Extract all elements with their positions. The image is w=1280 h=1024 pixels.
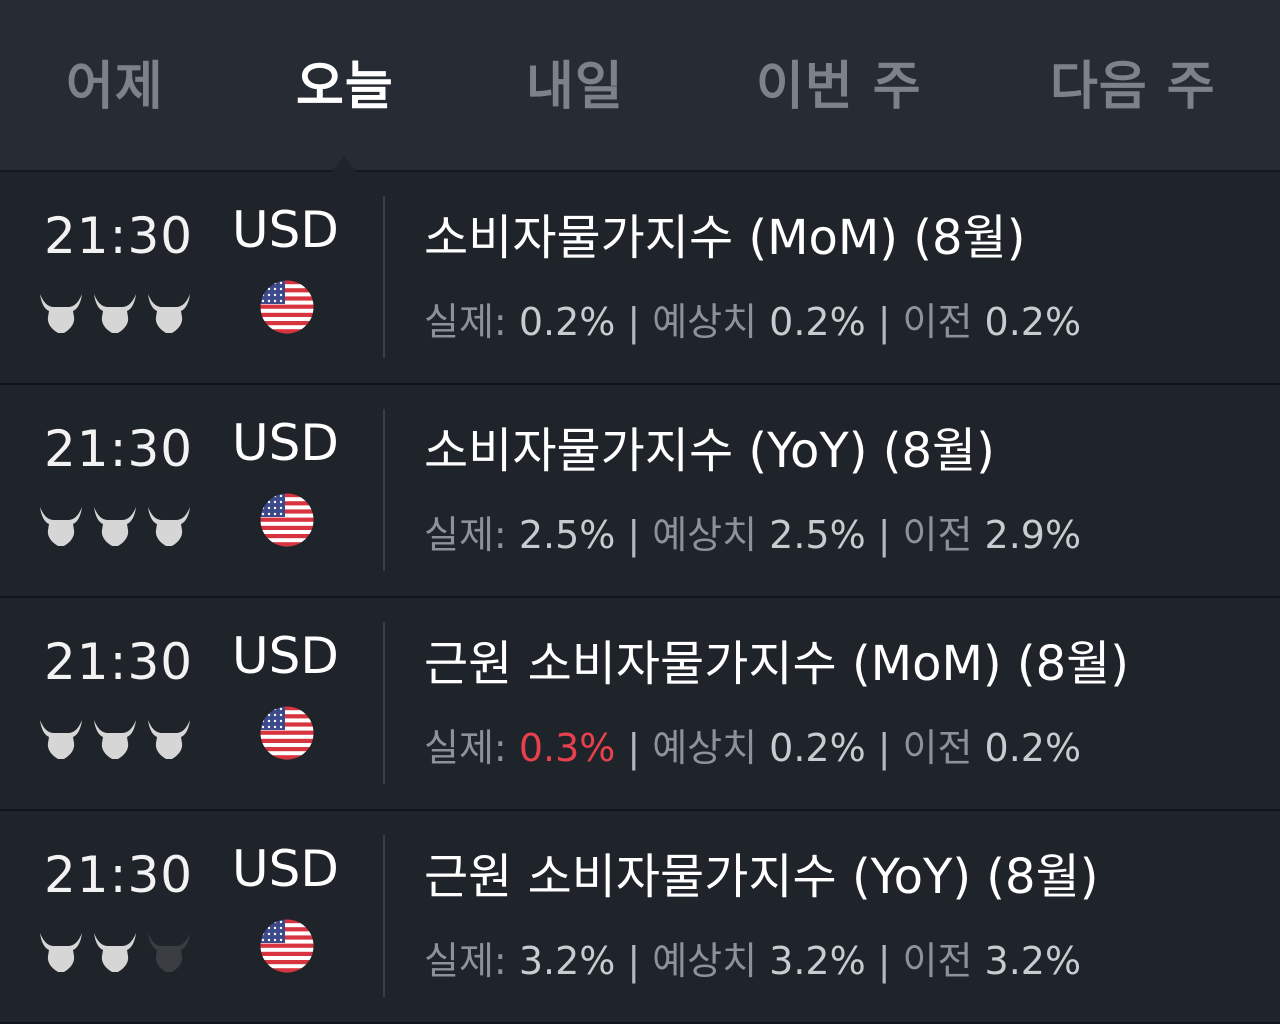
economic-event-list: 21:30 USD 소비자물가지수 (MoM) (8월) 실제: 0.2% | 예상치 0… — [0, 172, 1280, 1024]
stats-separator: | — [877, 939, 891, 983]
event-title: 소비자물가지수 (YoY) (8월) — [424, 423, 995, 479]
event-stats: 실제: 0.3% | 예상치 0.2% | 이전 0.2% — [424, 716, 1081, 780]
previous-label: 이전 — [902, 513, 973, 557]
us-flag-icon — [259, 705, 315, 761]
bull-importance-icon — [38, 503, 84, 547]
actual-label: 실제: — [424, 939, 507, 983]
tab-next-week[interactable]: 다음 주 — [1050, 52, 1216, 122]
forecast-value: 2.5% — [769, 513, 866, 557]
actual-label: 실제: — [424, 513, 507, 557]
event-time: 21:30 — [44, 420, 194, 478]
bull-importance-icon — [92, 929, 138, 973]
previous-label: 이전 — [902, 726, 973, 770]
us-flag-icon — [259, 918, 315, 974]
bull-importance-icon — [146, 503, 192, 547]
bull-importance-icon — [146, 290, 192, 334]
actual-value: 3.2% — [518, 939, 616, 983]
stats-separator: | — [877, 726, 891, 770]
us-flag-icon — [259, 492, 315, 548]
actual-value: 2.5% — [518, 513, 616, 557]
importance-rating — [38, 503, 192, 551]
event-currency: USD — [232, 201, 339, 259]
bull-importance-icon — [146, 716, 192, 760]
previous-value: 0.2% — [984, 726, 1082, 770]
event-row[interactable]: 21:30 USD 소비자물가지수 (YoY) (8월) 실제: 2.5% | 예상치 2… — [0, 385, 1280, 598]
event-currency: USD — [232, 414, 339, 472]
row-divider — [383, 196, 385, 358]
stats-separator: | — [627, 939, 641, 983]
tab-today[interactable]: 오늘 — [296, 52, 394, 122]
event-title: 근원 소비자물가지수 (MoM) (8월) — [424, 636, 1130, 692]
row-divider — [383, 622, 385, 784]
tab-tomorrow[interactable]: 내일 — [526, 52, 624, 122]
tab-this-week[interactable]: 이번 주 — [756, 52, 922, 122]
previous-label: 이전 — [902, 939, 973, 983]
date-tab-bar: 어제 오늘 내일 이번 주 다음 주 — [0, 0, 1280, 172]
stats-separator: | — [877, 300, 891, 344]
event-stats: 실제: 2.5% | 예상치 2.5% | 이전 2.9% — [424, 503, 1081, 567]
importance-rating — [38, 716, 192, 764]
previous-value: 2.9% — [984, 513, 1082, 557]
bull-importance-icon — [92, 503, 138, 547]
stats-separator: | — [627, 726, 641, 770]
bull-importance-icon — [92, 290, 138, 334]
event-currency: USD — [232, 840, 339, 898]
forecast-value: 0.2% — [769, 726, 866, 770]
previous-label: 이전 — [902, 300, 973, 344]
actual-label: 실제: — [424, 726, 507, 770]
stats-separator: | — [877, 513, 891, 557]
forecast-label: 예상치 — [652, 513, 758, 557]
tab-yesterday[interactable]: 어제 — [66, 52, 164, 122]
forecast-label: 예상치 — [652, 726, 758, 770]
forecast-label: 예상치 — [652, 300, 758, 344]
event-row[interactable]: 21:30 USD 소비자물가지수 (MoM) (8월) 실제: 0.2% | 예상치 0… — [0, 172, 1280, 385]
stats-separator: | — [627, 513, 641, 557]
bull-importance-icon — [38, 716, 84, 760]
importance-rating — [38, 290, 192, 338]
event-time: 21:30 — [44, 846, 194, 904]
bull-importance-icon — [146, 929, 192, 973]
previous-value: 0.2% — [984, 300, 1082, 344]
event-time: 21:30 — [44, 633, 194, 691]
bull-importance-icon — [38, 290, 84, 334]
active-tab-indicator — [331, 156, 357, 172]
actual-value: 0.3% — [518, 726, 616, 770]
event-row[interactable]: 21:30 USD 근원 소비자물가지수 (MoM) (8월) 실제: 0.3% | 예상… — [0, 598, 1280, 811]
event-stats: 실제: 0.2% | 예상치 0.2% | 이전 0.2% — [424, 290, 1081, 354]
bull-importance-icon — [38, 929, 84, 973]
event-title: 근원 소비자물가지수 (YoY) (8월) — [424, 849, 1099, 905]
forecast-value: 0.2% — [769, 300, 866, 344]
previous-value: 3.2% — [984, 939, 1082, 983]
forecast-label: 예상치 — [652, 939, 758, 983]
bull-importance-icon — [92, 716, 138, 760]
forecast-value: 3.2% — [769, 939, 866, 983]
event-row[interactable]: 21:30 USD 근원 소비자물가지수 (YoY) (8월) 실제: 3.2% | 예상… — [0, 811, 1280, 1024]
actual-value: 0.2% — [518, 300, 616, 344]
row-divider — [383, 409, 385, 571]
event-currency: USD — [232, 627, 339, 685]
row-divider — [383, 835, 385, 997]
importance-rating — [38, 929, 192, 977]
actual-label: 실제: — [424, 300, 507, 344]
event-time: 21:30 — [44, 207, 194, 265]
us-flag-icon — [259, 279, 315, 335]
event-stats: 실제: 3.2% | 예상치 3.2% | 이전 3.2% — [424, 929, 1081, 993]
stats-separator: | — [627, 300, 641, 344]
event-title: 소비자물가지수 (MoM) (8월) — [424, 210, 1026, 266]
